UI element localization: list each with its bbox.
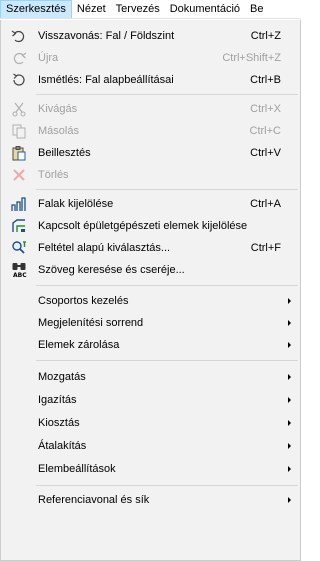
menu-item-label: Feltétel alapú kiválasztás...: [38, 242, 171, 254]
menu-item-label: Átalakítás: [38, 440, 87, 452]
svg-text:ABC: ABC: [13, 272, 27, 278]
submenu-arrow-icon: [288, 320, 291, 326]
menu-item-label: Elembeállítások: [38, 463, 116, 475]
menu-separator: [36, 94, 298, 95]
find-replace-icon: ABC: [11, 262, 27, 278]
menu-item-shortcut: Ctrl+F: [250, 242, 281, 254]
menu-item-delete[interactable]: Törlés: [1, 164, 300, 186]
menu-item-lock-elements[interactable]: Elemek zárolása: [1, 334, 300, 356]
menu-item-copy[interactable]: Másolás Ctrl+C: [1, 120, 300, 142]
menu-item-shortcut: Ctrl+B: [250, 74, 281, 86]
submenu-arrow-icon: [288, 397, 291, 403]
repeat-icon: [11, 72, 27, 88]
menu-item-label: Kapcsolt épületgépészeti elemek kijelölé…: [38, 220, 248, 232]
delete-icon: [11, 167, 27, 183]
cut-icon: [11, 101, 27, 117]
select-walls-icon: [11, 196, 27, 212]
menubar-item-be[interactable]: Be: [245, 0, 268, 18]
submenu-arrow-icon: [288, 420, 291, 426]
menu-item-shortcut: Ctrl+C: [249, 125, 281, 137]
menu-separator: [36, 485, 298, 486]
submenu-arrow-icon: [288, 342, 291, 348]
submenu-arrow-icon: [288, 497, 291, 503]
submenu-arrow-icon: [288, 443, 291, 449]
menu-item-move[interactable]: Mozgatás: [1, 366, 300, 388]
menu-item-label: Elemek zárolása: [38, 339, 120, 351]
menu-item-label: Referenciavonal és sík: [38, 494, 150, 506]
select-mep-icon: [11, 218, 27, 234]
menu-separator: [36, 360, 298, 361]
menubar-item-nezet[interactable]: Nézet: [72, 0, 111, 18]
menu-item-label: Ismétlés: Fal alapbeállításai: [38, 74, 174, 86]
menu-item-shortcut: Ctrl+A: [250, 198, 281, 210]
menu-separator: [36, 189, 298, 190]
submenu-arrow-icon: [288, 374, 291, 380]
edit-dropdown-menu: Visszavonás: Fal / Földszint Ctrl+Z Újra…: [0, 20, 301, 561]
menu-item-label: Beillesztés: [38, 147, 91, 159]
menu-item-group[interactable]: Csoportos kezelés: [1, 290, 300, 312]
menu-item-paste[interactable]: Beillesztés Ctrl+V: [1, 142, 300, 164]
menubar-item-szerkesztes[interactable]: Szerkesztés: [0, 0, 72, 18]
find-select-icon: [11, 240, 27, 256]
menu-item-label: Mozgatás: [38, 371, 86, 383]
menu-item-select-mep[interactable]: Kapcsolt épületgépészeti elemek kijelölé…: [1, 215, 300, 237]
menu-item-label: Szöveg keresése és cseréje...: [38, 264, 185, 276]
menu-item-label: Falak kijelölése: [38, 198, 114, 210]
menu-item-label: Igazítás: [38, 394, 77, 406]
menu-item-cut[interactable]: Kivágás Ctrl+X: [1, 98, 300, 120]
menu-item-label: Másolás: [38, 125, 79, 137]
menu-separator: [36, 285, 298, 286]
menu-item-label: Visszavonás: Fal / Földszint: [38, 30, 175, 42]
paste-icon: [11, 145, 27, 161]
menu-item-reference-line[interactable]: Referenciavonal és sík: [1, 489, 300, 511]
redo-icon: [11, 50, 27, 66]
menu-item-distribute[interactable]: Kiosztás: [1, 412, 300, 434]
menu-item-label: Törlés: [38, 169, 69, 181]
menu-item-display-order[interactable]: Megjelenítési sorrend: [1, 312, 300, 334]
menu-item-align[interactable]: Igazítás: [1, 389, 300, 411]
menu-item-find-replace[interactable]: ABC Szöveg keresése és cseréje...: [1, 259, 300, 281]
menu-item-label: Csoportos kezelés: [38, 295, 129, 307]
menu-item-redo[interactable]: Újra Ctrl+Shift+Z: [1, 47, 300, 69]
menu-item-shortcut: Ctrl+Z: [250, 30, 281, 42]
menu-item-label: Kivágás: [38, 103, 78, 115]
menu-item-transform[interactable]: Átalakítás: [1, 435, 300, 457]
menu-item-shortcut: Ctrl+Shift+Z: [222, 52, 281, 64]
menu-item-label: Újra: [38, 52, 59, 64]
menu-item-element-settings[interactable]: Elembeállítások: [1, 458, 300, 480]
menu-bar: Szerkesztés Nézet Tervezés Dokumentáció …: [0, 0, 301, 19]
copy-icon: [11, 123, 27, 139]
menu-item-shortcut: Ctrl+X: [250, 103, 281, 115]
menu-item-repeat[interactable]: Ismétlés: Fal alapbeállításai Ctrl+B: [1, 69, 300, 91]
menubar-item-dokumentacio[interactable]: Dokumentáció: [165, 0, 245, 18]
menu-item-undo[interactable]: Visszavonás: Fal / Földszint Ctrl+Z: [1, 25, 300, 47]
menu-item-select-walls[interactable]: Falak kijelölése Ctrl+A: [1, 193, 300, 215]
menu-item-shortcut: Ctrl+V: [250, 147, 281, 159]
submenu-arrow-icon: [288, 298, 291, 304]
menu-item-find-select[interactable]: Feltétel alapú kiválasztás... Ctrl+F: [1, 237, 300, 259]
menubar-item-tervezes[interactable]: Tervezés: [111, 0, 165, 18]
submenu-arrow-icon: [288, 466, 291, 472]
menu-item-label: Kiosztás: [38, 417, 80, 429]
undo-icon: [11, 28, 27, 44]
menu-item-label: Megjelenítési sorrend: [38, 317, 144, 329]
